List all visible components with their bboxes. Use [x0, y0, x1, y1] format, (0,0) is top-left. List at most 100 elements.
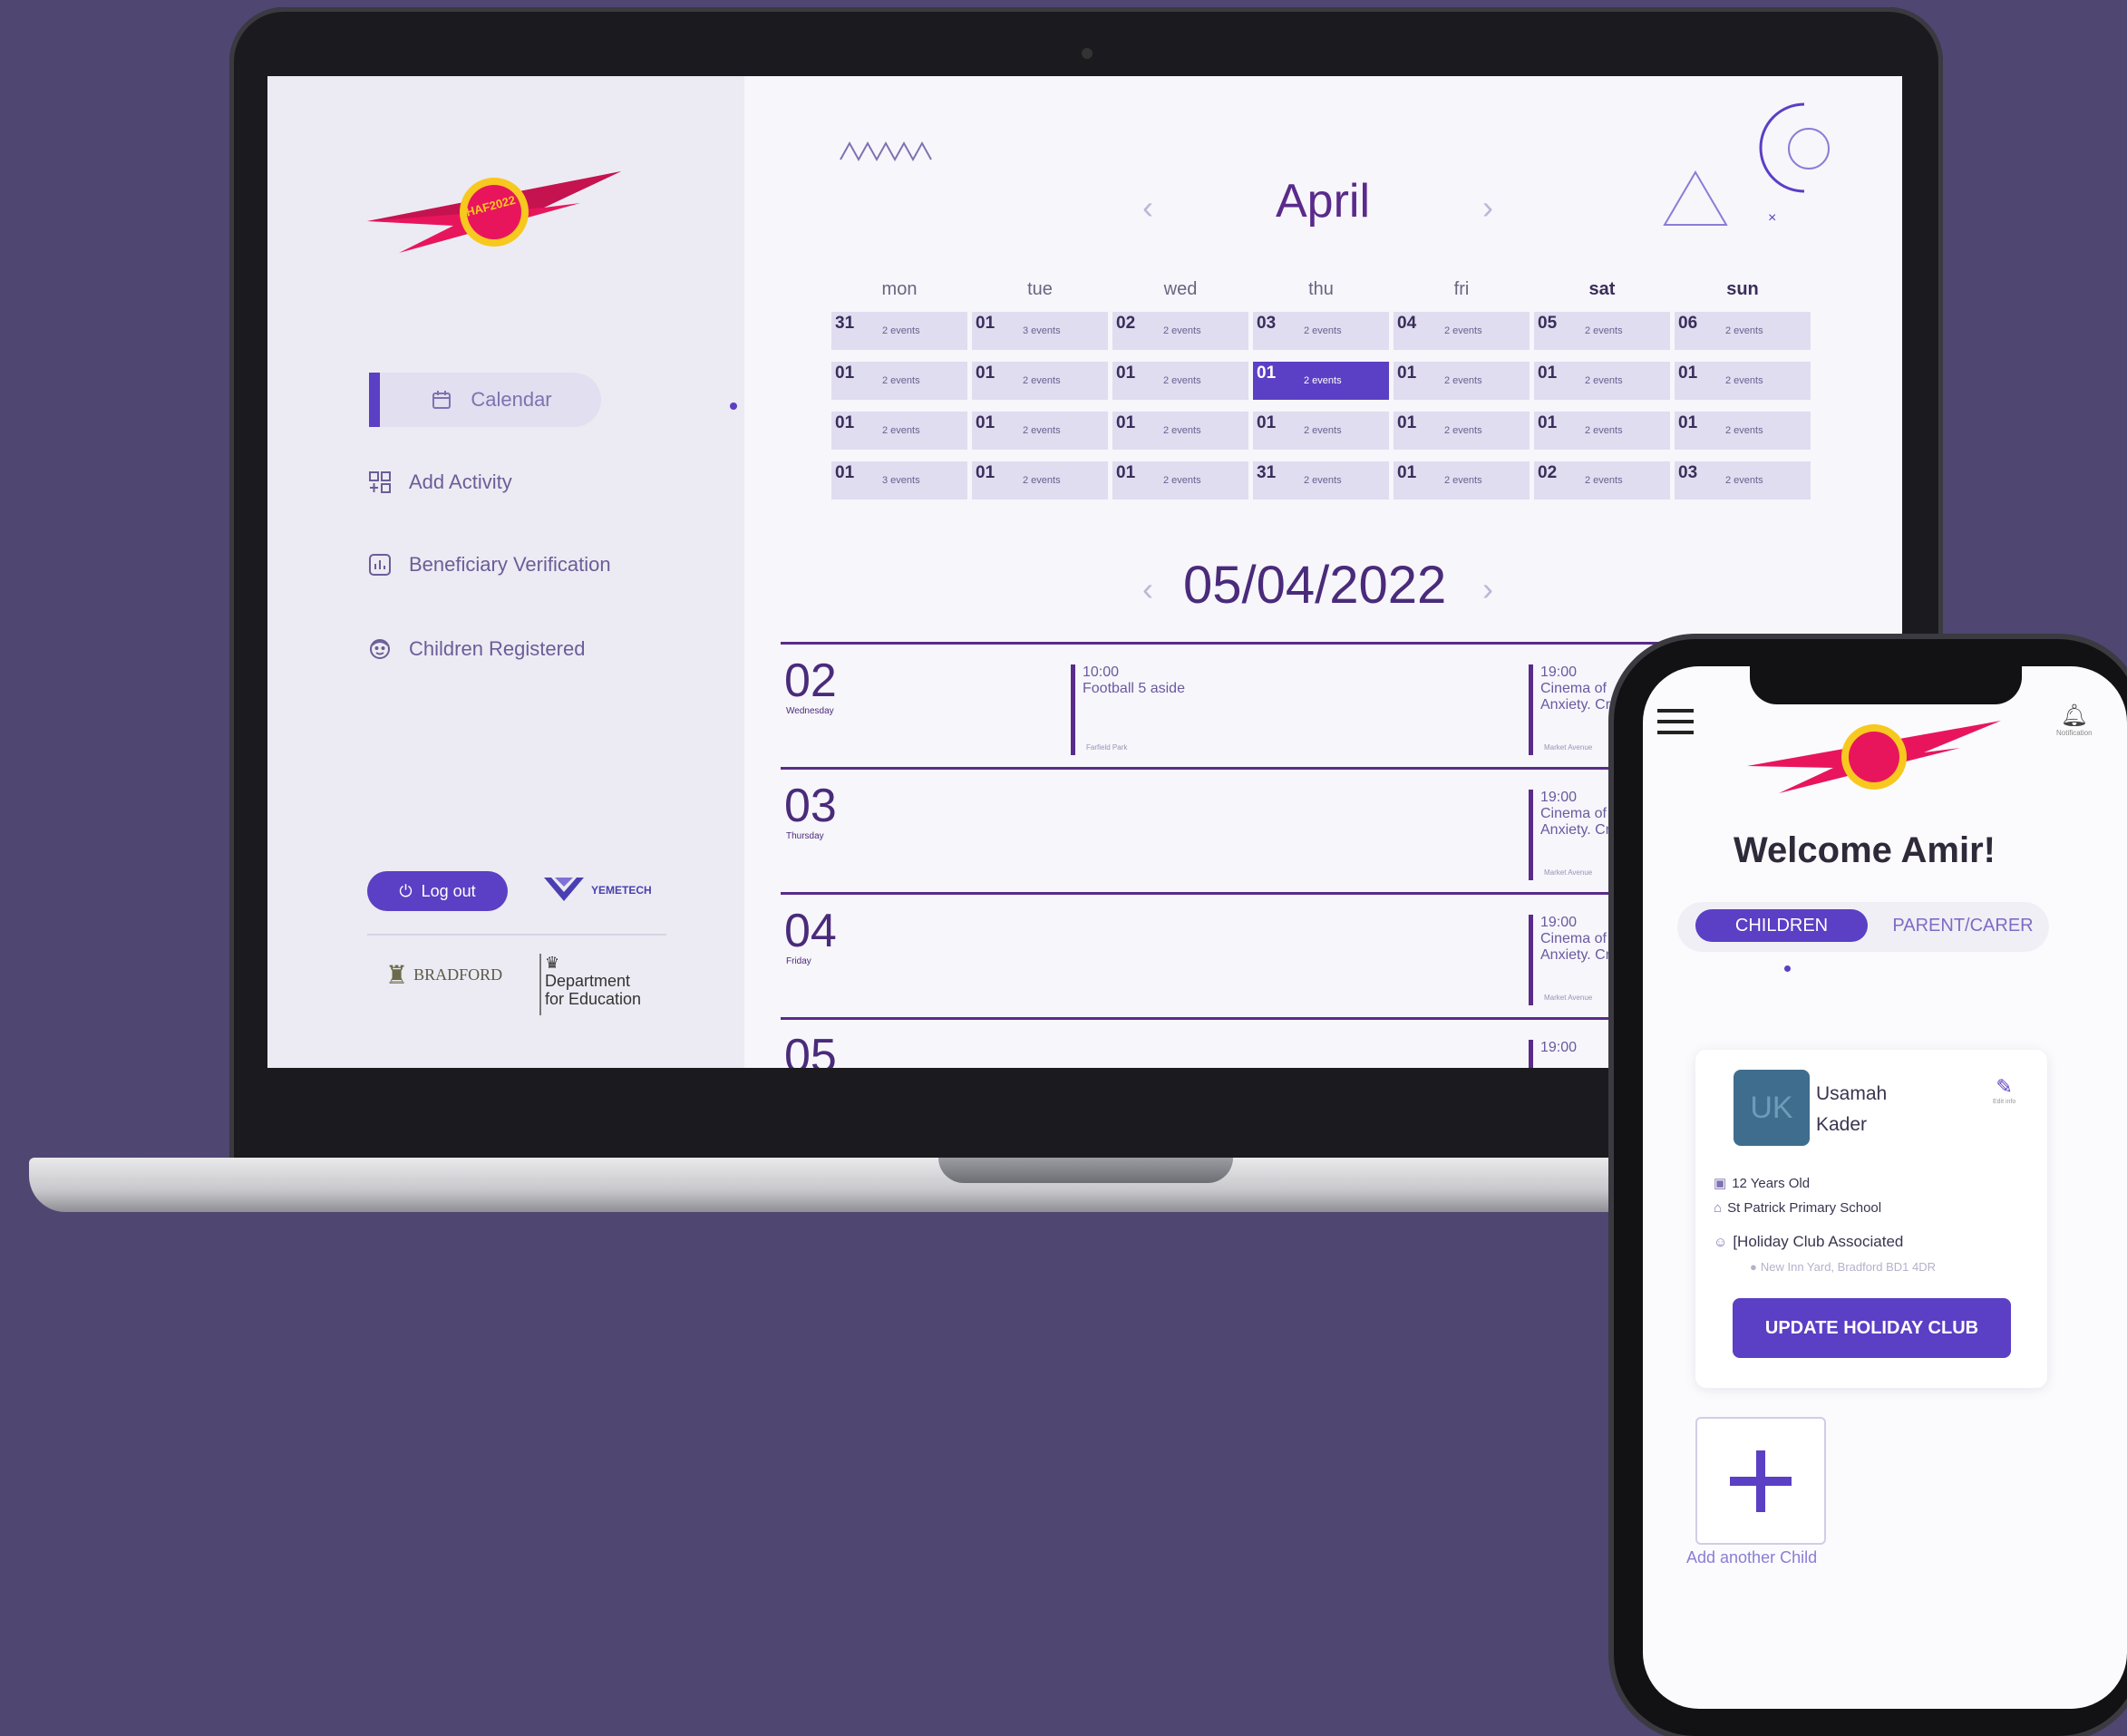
day-number: 01 — [1678, 364, 1698, 383]
event-count: 2 events — [1585, 325, 1623, 336]
divider — [367, 934, 666, 936]
sidebar-item-children-registered[interactable]: Children Registered — [367, 622, 585, 676]
calendar-day-cell[interactable]: 01 2 events — [1394, 412, 1530, 450]
day-number: 01 — [1397, 463, 1417, 482]
day-number: 01 — [835, 413, 855, 432]
sidebar-item-label: Beneficiary Verification — [409, 553, 611, 576]
day-number: 01 — [1116, 364, 1136, 383]
calendar-day-cell[interactable]: 01 2 events — [831, 362, 967, 400]
weekday-sat: sat — [1588, 279, 1616, 299]
hamburger-menu-icon[interactable] — [1657, 707, 1697, 742]
calendar-day-cell[interactable]: 01 2 events — [1112, 412, 1248, 450]
calendar-day-cell[interactable]: 02 2 events — [1112, 312, 1248, 350]
event-count: 2 events — [1163, 375, 1201, 386]
event-count: 2 events — [882, 375, 920, 386]
calendar-day-cell[interactable]: 01 2 events — [972, 362, 1108, 400]
camera-dot — [1082, 48, 1093, 59]
event-count: 2 events — [1725, 425, 1763, 436]
calendar-day-cell[interactable]: 31 2 events — [831, 312, 967, 350]
calendar-day-cell[interactable]: 01 2 events — [1394, 362, 1530, 400]
edit-icon: ✎ — [1996, 1075, 2013, 1098]
calendar-day-cell[interactable]: 03 2 events — [1675, 461, 1811, 499]
calendar-day-cell[interactable]: 31 2 events — [1253, 461, 1389, 499]
event-cinema[interactable]: 19:00 Cinema of Anxiety. Cr Market Avenu… — [1529, 664, 1613, 755]
calendar-day-cell[interactable]: 01 2 events — [1534, 362, 1670, 400]
child-details: ▣ 12 Years Old ⌂ St Patrick Primary School… — [1714, 1176, 1937, 1274]
calendar-day-cell[interactable]: 04 2 events — [1394, 312, 1530, 350]
tab-children[interactable]: CHILDREN — [1695, 909, 1868, 942]
event-count: 2 events — [1444, 325, 1482, 336]
sidebar-item-label: Children Registered — [409, 637, 586, 660]
calendar-icon: ▣ — [1714, 1176, 1727, 1191]
day-number: 01 — [1397, 413, 1417, 432]
day-weekday: Thursday — [786, 831, 824, 841]
next-day-button[interactable]: › — [1482, 570, 1493, 608]
calendar-day-cell[interactable]: 01 3 events — [972, 312, 1108, 350]
calendar-day-cell[interactable]: 02 2 events — [1534, 461, 1670, 499]
crown-icon: ♛ — [545, 954, 560, 972]
calendar-day-cell[interactable]: 01 2 events — [1675, 412, 1811, 450]
calendar-day-cell[interactable]: 01 3 events — [831, 461, 967, 499]
weekday-wed: wed — [1163, 279, 1198, 299]
tab-parent-carer[interactable]: PARENT/CARER — [1890, 909, 2035, 942]
child-icon — [367, 636, 393, 662]
day-number: 01 — [976, 364, 996, 383]
power-icon: ⏻ — [399, 881, 413, 900]
day-number: 01 — [1257, 364, 1277, 383]
yemetech-logo: YEMETECH — [542, 874, 652, 907]
avatar: UK — [1734, 1070, 1810, 1146]
event-cinema[interactable]: 19:00 Cinema of Anxiety. Cr Market Avenu… — [1529, 790, 1613, 880]
day-number: 06 — [1678, 314, 1698, 333]
sidebar-item-beneficiary-verification[interactable]: Beneficiary Verification — [367, 538, 611, 592]
next-month-button[interactable]: › — [1482, 189, 1493, 227]
day-number: 01 — [1678, 413, 1698, 432]
weekday-thu: thu — [1308, 279, 1334, 299]
calendar-day-cell[interactable]: 01 2 events — [1253, 362, 1389, 400]
event-football[interactable]: 10:00 Football 5 aside Farfield Park — [1071, 664, 1185, 755]
prev-day-button[interactable]: ‹ — [1142, 570, 1153, 608]
sidebar-item-calendar[interactable]: Calendar — [369, 373, 601, 427]
calendar-day-cell[interactable]: 01 2 events — [1394, 461, 1530, 499]
notification-button[interactable]: 🔔︎ Notification — [2056, 703, 2093, 737]
prev-month-button[interactable]: ‹ — [1142, 189, 1153, 227]
calendar-day-cell[interactable]: 03 2 events — [1253, 312, 1389, 350]
calendar-day-cell[interactable]: 01 2 events — [1253, 412, 1389, 450]
calendar-day-cell[interactable]: 01 2 events — [1675, 362, 1811, 400]
event-cinema[interactable]: 19:00 Cinema of Anxiety. Cr Market Avenu… — [1529, 915, 1613, 1005]
day-number: 01 — [835, 364, 855, 383]
edit-child-button[interactable]: ✎ Edit info — [1993, 1075, 2015, 1105]
calendar-day-cell[interactable]: 01 2 events — [1112, 362, 1248, 400]
calendar-day-cell[interactable]: 01 2 events — [1112, 461, 1248, 499]
update-holiday-club-button[interactable]: UPDATE HOLIDAY CLUB — [1733, 1298, 2011, 1358]
day-number: 02 — [784, 655, 837, 707]
event-count: 2 events — [1163, 425, 1201, 436]
day-weekday: Friday — [786, 956, 811, 966]
day-number: 01 — [835, 463, 855, 482]
month-title: April — [1276, 175, 1371, 228]
event-count: 2 events — [1725, 325, 1763, 336]
add-child-button[interactable] — [1695, 1417, 1826, 1545]
logout-button[interactable]: ⏻ Log out — [367, 871, 508, 911]
calendar-day-cell[interactable]: 01 2 events — [972, 412, 1108, 450]
calendar-day-cell[interactable]: 01 2 events — [972, 461, 1108, 499]
add-child-label: Add another Child — [1686, 1548, 1818, 1566]
haf-logo: #HAF2022 — [363, 153, 626, 276]
club-icon: ☺ — [1714, 1235, 1728, 1250]
calendar-day-cell[interactable]: 01 2 events — [831, 412, 967, 450]
calendar-day-cell[interactable]: 01 2 events — [1534, 412, 1670, 450]
event-cinema[interactable]: 19:00 — [1529, 1040, 1613, 1068]
event-count: 2 events — [1725, 475, 1763, 486]
day-number: 31 — [835, 314, 855, 333]
day-number: 01 — [1116, 463, 1136, 482]
event-count: 2 events — [1444, 425, 1482, 436]
location-pin-icon: ● — [1750, 1260, 1757, 1274]
phone-notch — [1750, 666, 2022, 704]
day-number: 03 — [1257, 314, 1277, 333]
day-number: 01 — [976, 314, 996, 333]
day-number: 01 — [976, 463, 996, 482]
day-number: 01 — [976, 413, 996, 432]
selected-date: 05/04/2022 — [1183, 556, 1447, 615]
calendar-day-cell[interactable]: 06 2 events — [1675, 312, 1811, 350]
calendar-day-cell[interactable]: 05 2 events — [1534, 312, 1670, 350]
sidebar-item-add-activity[interactable]: Add Activity — [367, 455, 512, 509]
